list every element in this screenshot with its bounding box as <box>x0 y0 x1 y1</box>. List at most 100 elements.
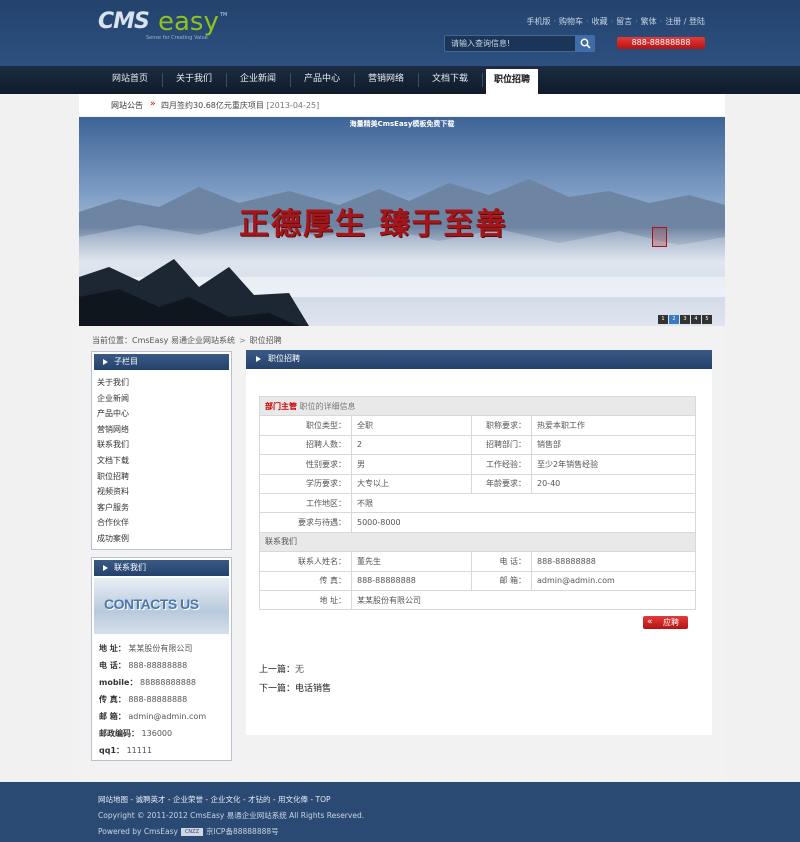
subnav-item-news[interactable]: 企业新闻 <box>97 391 129 407</box>
breadcrumb-home[interactable]: CmsEasy 易通企业网站系统 <box>132 336 235 345</box>
link-cart[interactable]: 购物车 <box>559 17 583 26</box>
field-value: 销售部 <box>531 434 696 456</box>
footer-link-careers[interactable]: 诚聘英才 <box>136 795 166 804</box>
field-label: 工作地区： <box>259 492 352 514</box>
notice-text[interactable]: 四月签约30.68亿元重庆项目 <box>161 101 264 110</box>
job-detail-panel: 职位招聘 部门主管 职位的详细信息 职位类型： 全职 职称要求： 热爱本职工作 招聘人… <box>246 350 712 735</box>
footer-link-4[interactable]: 才钻的 <box>248 795 271 804</box>
field-value: 2 <box>351 434 472 456</box>
logo-trademark: TM <box>220 12 228 18</box>
subnav-item-downloads[interactable]: 文档下载 <box>97 453 129 469</box>
banner-dot[interactable]: 5 <box>702 315 712 324</box>
nav-network[interactable]: 营销网络 <box>355 66 417 94</box>
subnav-item-contact[interactable]: 联系我们 <box>97 437 129 453</box>
field-label: 联系人姓名： <box>259 551 352 572</box>
subnav-item-jobs[interactable]: 职位招聘 <box>97 469 129 485</box>
contact-address-label: 地 址： <box>99 644 126 653</box>
banner-caption: 海量精美CmsEasy模板免费下载 <box>349 120 455 128</box>
search-icon <box>580 38 591 49</box>
prev-value: 无 <box>295 665 305 675</box>
next-label: 下一篇： <box>259 684 296 694</box>
field-label: 性别要求： <box>259 454 352 475</box>
nav-news[interactable]: 企业新闻 <box>227 66 289 94</box>
banner-dot[interactable]: 1 <box>658 315 668 324</box>
contact-mobile-value: 88888888888 <box>140 678 197 687</box>
field-value: 5000-8000 <box>351 512 696 533</box>
footer-link-5[interactable]: 用文化俸 <box>278 795 308 804</box>
contact-fax-label: 传 真： <box>99 695 126 704</box>
logo-cms-text: CMS <box>98 9 150 34</box>
subnav-item-service[interactable]: 客户服务 <box>97 500 129 516</box>
footer-sep: - <box>272 795 276 804</box>
nav-downloads[interactable]: 文档下载 <box>419 66 481 94</box>
table-row: 招聘人数： 2 招聘部门： 销售部 <box>259 434 696 456</box>
triangle-icon <box>256 356 261 362</box>
search-box <box>444 35 595 52</box>
field-value[interactable]: admin@admin.com <box>531 570 696 591</box>
link-traditional[interactable]: 繁体 <box>641 17 657 26</box>
link-favorite[interactable]: 收藏 <box>592 17 608 26</box>
next-link[interactable]: 电话销售 <box>295 684 331 694</box>
link-mobile[interactable]: 手机版 <box>526 17 550 26</box>
footer-copyright: Copyright © 2011-2012 CmsEasy 易通企业网站系统 A… <box>98 811 365 820</box>
contact-section-title: 联系我们 <box>259 531 696 553</box>
footer-link-honors[interactable]: 企业荣誉 <box>173 795 203 804</box>
contact-phone-value: 888-88888888 <box>128 661 188 670</box>
contact-qq-label: qq1： <box>99 746 125 755</box>
contact-mobile-label: mobile： <box>99 678 138 687</box>
site-logo[interactable]: CMS easy TM Sense for Creating Value <box>98 7 228 41</box>
subnav-item-about[interactable]: 关于我们 <box>97 375 129 391</box>
field-label: 学历要求： <box>259 473 352 494</box>
nav-products[interactable]: 产品中心 <box>291 66 353 94</box>
separator: · <box>610 17 614 26</box>
subnav-item-cases[interactable]: 成功案例 <box>97 531 129 547</box>
next-article: 下一篇：电话销售 <box>259 681 331 694</box>
main-title: 职位招聘 <box>268 354 300 363</box>
contacts-us-image: CONTACTS US <box>94 578 229 634</box>
breadcrumb-current[interactable]: 职位招聘 <box>250 336 282 345</box>
field-label: 邮 箱： <box>471 570 532 591</box>
subnav-item-videos[interactable]: 视频资料 <box>97 484 129 500</box>
seal-stamp-icon <box>652 227 667 247</box>
nav-jobs[interactable]: 职位招聘 <box>486 69 538 94</box>
banner-dot[interactable]: 3 <box>680 315 690 324</box>
subnav-item-products[interactable]: 产品中心 <box>97 406 129 422</box>
hero-banner[interactable]: 海量精美CmsEasy模板免费下载 正德厚生 臻于至善 <box>79 117 725 326</box>
nav-about[interactable]: 关于我们 <box>163 66 225 94</box>
subnav-panel: 子栏目 关于我们 企业新闻 产品中心 营销网络 联系我们 文档下载 职位招聘 视… <box>91 351 232 550</box>
footer-link-sitemap[interactable]: 网站地图 <box>98 795 128 804</box>
footer-link-top[interactable]: TOP <box>316 795 331 804</box>
field-label: 工作经验： <box>471 454 532 475</box>
banner-dot[interactable]: 4 <box>691 315 701 324</box>
subnav-item-network[interactable]: 营销网络 <box>97 422 129 438</box>
notice-link[interactable]: 四月签约30.68亿元重庆项目 [2013-04-25] <box>161 100 319 111</box>
field-value: 20-40 <box>531 473 696 494</box>
contact-phone: 电 话： 888-88888888 <box>99 658 206 675</box>
search-button[interactable] <box>575 35 595 52</box>
subnav-header: 子栏目 <box>94 354 229 370</box>
contact-fax-value: 888-88888888 <box>128 695 188 704</box>
field-value: 男 <box>351 454 472 475</box>
main-header: 职位招聘 <box>246 350 712 369</box>
icp-number[interactable]: 京ICP备88888888号 <box>206 827 279 836</box>
link-register-login[interactable]: 注册 / 登陆 <box>665 17 705 26</box>
table-row: 传 真： 888-88888888 邮 箱： admin@admin.com <box>259 570 696 591</box>
search-input[interactable] <box>451 37 575 50</box>
apply-button[interactable]: « 应聘 <box>643 616 688 629</box>
banner-dot-active[interactable]: 2 <box>669 315 679 324</box>
contact-mobile: mobile： 88888888888 <box>99 675 206 692</box>
table-row: 地 址： 某某股份有限公司 <box>259 589 696 611</box>
notice-bar: 网站公告 » 四月签约30.68亿元重庆项目 [2013-04-25] <box>79 94 725 116</box>
breadcrumb-separator: > <box>238 336 246 345</box>
link-guestbook[interactable]: 留言 <box>616 17 632 26</box>
footer-link-culture[interactable]: 企业文化 <box>211 795 241 804</box>
contact-email-value[interactable]: admin@admin.com <box>128 712 206 721</box>
contact-email-label: 邮 箱： <box>99 712 126 721</box>
field-label: 地 址： <box>259 589 352 611</box>
powered-by[interactable]: Powered by CmsEasy <box>98 827 178 836</box>
contact-qq-value[interactable]: 11111 <box>127 746 152 755</box>
cnzz-badge-icon[interactable]: CNZZ <box>180 828 203 836</box>
nav-home[interactable]: 网站首页 <box>99 66 161 94</box>
logo-easy-text: easy <box>158 7 219 37</box>
subnav-item-partners[interactable]: 合作伙伴 <box>97 515 129 531</box>
